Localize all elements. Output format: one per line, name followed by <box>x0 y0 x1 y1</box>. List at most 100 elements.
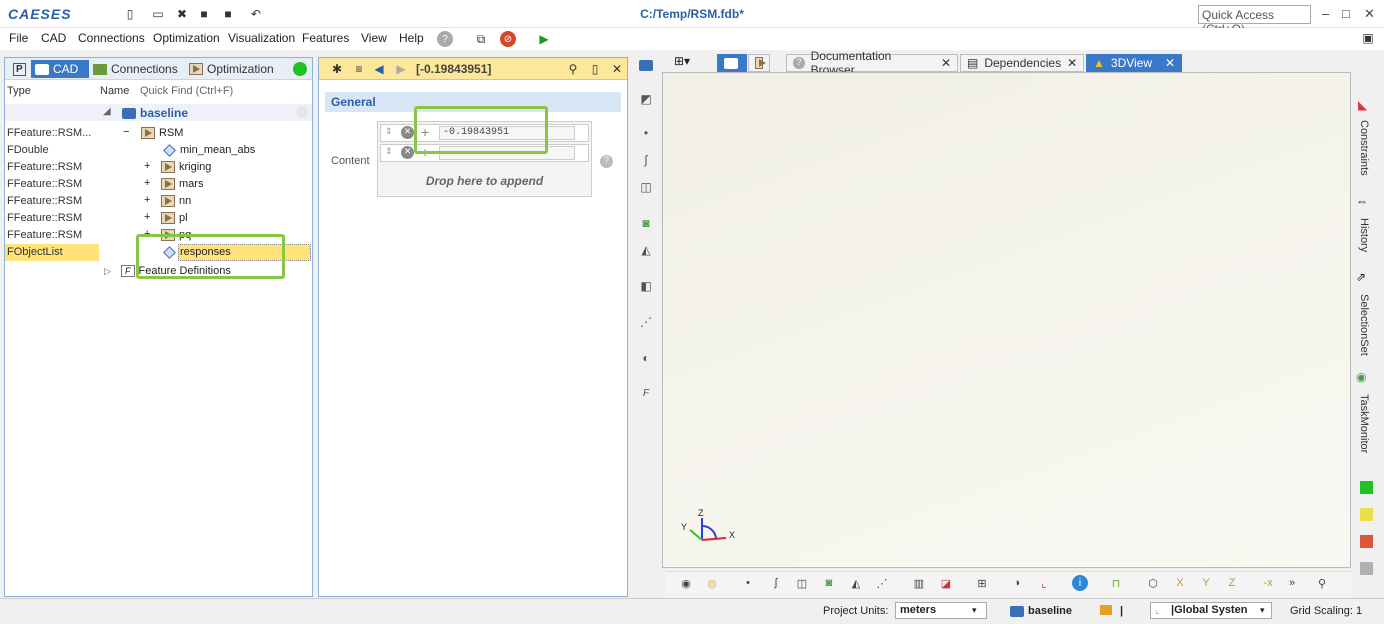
help-icon[interactable] <box>296 106 308 118</box>
user-icon[interactable]: ▣ <box>1360 30 1376 46</box>
tree-row[interactable]: FDouble min_mean_abs <box>5 142 312 159</box>
coordinate-system-select[interactable]: |Global Systen <box>1150 602 1272 619</box>
dashed-line-icon[interactable]: ⋰ <box>636 312 656 332</box>
maximize-icon[interactable]: □ <box>1342 6 1350 21</box>
menu-features[interactable]: Features <box>302 31 349 45</box>
history-icon[interactable]: ⇔ <box>1356 194 1368 208</box>
more-icon[interactable]: » <box>1284 575 1300 591</box>
record-icon[interactable]: ◉ <box>678 575 694 591</box>
view-neg-x-icon[interactable]: -x <box>1260 575 1276 591</box>
surface-icon[interactable]: ◫ <box>636 177 656 197</box>
search-icon[interactable]: ⚲ <box>565 61 581 77</box>
solid-icon[interactable]: ◭ <box>636 240 656 260</box>
tab-documentation-browser[interactable]: ? Documentation Browser ✕ <box>786 49 958 77</box>
status-yellow-icon[interactable] <box>1360 508 1373 521</box>
list-icon[interactable]: ≡ <box>351 61 367 77</box>
menu-optimization[interactable]: Optimization <box>153 31 220 45</box>
surface-icon[interactable]: ◫ <box>794 575 810 591</box>
clip-icon[interactable]: ◪ <box>938 575 954 591</box>
view-z-icon[interactable]: Z <box>1224 575 1240 591</box>
chevron-down-icon[interactable]: ▾ <box>1260 605 1265 616</box>
tree-row[interactable]: FFeature::RSM + mars <box>5 176 312 193</box>
menu-file[interactable]: File <box>9 31 28 45</box>
menu-connections[interactable]: Connections <box>78 31 145 45</box>
expand-icon[interactable]: + <box>144 211 150 223</box>
tree-row[interactable]: FFeature::RSM + nn <box>5 193 312 210</box>
patch-icon[interactable]: ◙ <box>636 213 656 233</box>
reorder-icon[interactable]: ⇕ <box>385 126 393 137</box>
back-icon[interactable]: ◀ <box>371 61 387 77</box>
status-red-icon[interactable] <box>1360 535 1373 548</box>
reorder-icon[interactable]: ⇕ <box>385 146 393 157</box>
tab-3dview[interactable]: ▲ 3DView ✕ <box>1086 54 1182 72</box>
tree-row[interactable]: FFeature::RSM + pl <box>5 210 312 227</box>
taskmonitor-icon[interactable]: ◉ <box>1356 370 1366 384</box>
tab-cad-view[interactable] <box>717 54 747 72</box>
tab-connections[interactable]: Connections <box>89 60 185 78</box>
minimize-icon[interactable]: – <box>1322 6 1329 21</box>
tab-dependencies[interactable]: ▤ Dependencies ✕ <box>960 54 1084 72</box>
run-icon[interactable]: ▶ <box>536 31 552 47</box>
constraints-icon[interactable]: ◣ <box>1358 98 1367 112</box>
tab-optimization[interactable]: Optimization <box>185 60 281 78</box>
collapse-icon[interactable]: ◢ <box>103 106 111 117</box>
help-icon[interactable]: ? <box>600 155 613 168</box>
tab-selectionset[interactable]: SelectionSet <box>1358 294 1370 356</box>
status-gray-icon[interactable] <box>1360 562 1373 575</box>
quick-find-input[interactable]: Quick Find (Ctrl+F) <box>140 85 233 97</box>
current-scope[interactable]: baseline <box>1028 605 1072 617</box>
status-green-icon[interactable] <box>1360 481 1373 494</box>
info-icon[interactable]: i <box>1072 575 1088 591</box>
patch-icon[interactable]: ◙ <box>821 575 837 591</box>
layout-dropdown-icon[interactable]: ⊞▾ <box>674 54 690 68</box>
window-icon[interactable]: ▯ <box>587 61 603 77</box>
tab-cad[interactable]: CAD <box>31 60 89 78</box>
chevron-down-icon[interactable]: ▾ <box>972 605 977 616</box>
pin-icon[interactable]: ✱ <box>329 61 345 77</box>
cad-folder-icon[interactable] <box>636 55 656 75</box>
quick-access-input[interactable]: Quick Access (Ctrl+Q) <box>1198 5 1311 36</box>
column-type[interactable]: Type <box>7 85 31 97</box>
tree-row[interactable]: FFeature::RSM... − RSM <box>5 125 312 142</box>
tab-p[interactable]: P <box>9 60 30 78</box>
3d-viewport[interactable] <box>662 72 1351 568</box>
shield-icon[interactable]: ◗ <box>1010 575 1026 591</box>
transform-icon[interactable]: ◧ <box>636 276 656 296</box>
drop-zone[interactable]: Drop here to append <box>378 174 591 188</box>
menu-help[interactable]: Help <box>399 31 424 45</box>
tree-row-root[interactable]: ◢ baseline <box>5 104 312 121</box>
point-icon[interactable]: • <box>636 123 656 143</box>
view-y-icon[interactable]: Y <box>1198 575 1214 591</box>
curve-icon[interactable]: ∫ <box>636 150 656 170</box>
snapshot-icon[interactable]: ◎ <box>704 575 720 591</box>
feature-definition-icon[interactable]: F <box>636 383 656 403</box>
point-icon[interactable]: • <box>740 575 756 591</box>
select-icon[interactable]: ◩ <box>636 89 656 109</box>
menu-view[interactable]: View <box>361 31 387 45</box>
section-icon[interactable]: ▥ <box>911 575 927 591</box>
column-name[interactable]: Name <box>100 85 129 97</box>
menu-cad[interactable]: CAD <box>41 31 66 45</box>
copy-icon[interactable]: ⧉ <box>473 31 489 47</box>
remove-icon[interactable]: ✕ <box>401 146 414 159</box>
expand-icon[interactable]: + <box>144 160 150 172</box>
measure-icon[interactable]: ◐ <box>636 348 656 368</box>
stop-icon[interactable]: ⊘ <box>500 31 516 47</box>
help-icon[interactable]: ? <box>437 31 453 47</box>
menu-visualization[interactable]: Visualization <box>228 31 295 45</box>
tree-row-selected-type[interactable]: FObjectList <box>5 244 99 261</box>
tab-history[interactable]: History <box>1358 218 1370 252</box>
curve-icon[interactable]: ∫ <box>768 575 784 591</box>
remove-icon[interactable]: ✕ <box>401 126 414 139</box>
forward-icon[interactable]: ▶ <box>393 61 409 77</box>
tree-row-feature-definitions[interactable]: ▷ F Feature Definitions <box>5 264 312 281</box>
folder-orange-icon[interactable] <box>1100 605 1112 615</box>
axes-icon[interactable]: ⌞ <box>1036 575 1052 591</box>
sync-status-icon[interactable] <box>293 62 307 76</box>
tree-row[interactable]: FFeature::RSM + kriging <box>5 159 312 176</box>
expand-icon[interactable]: + <box>144 194 150 206</box>
dashed-line-icon[interactable]: ⋰ <box>874 575 890 591</box>
tab-taskmonitor[interactable]: TaskMonitor <box>1358 394 1370 453</box>
tab-constraints[interactable]: Constraints <box>1358 120 1370 176</box>
expand-icon[interactable]: + <box>144 177 150 189</box>
